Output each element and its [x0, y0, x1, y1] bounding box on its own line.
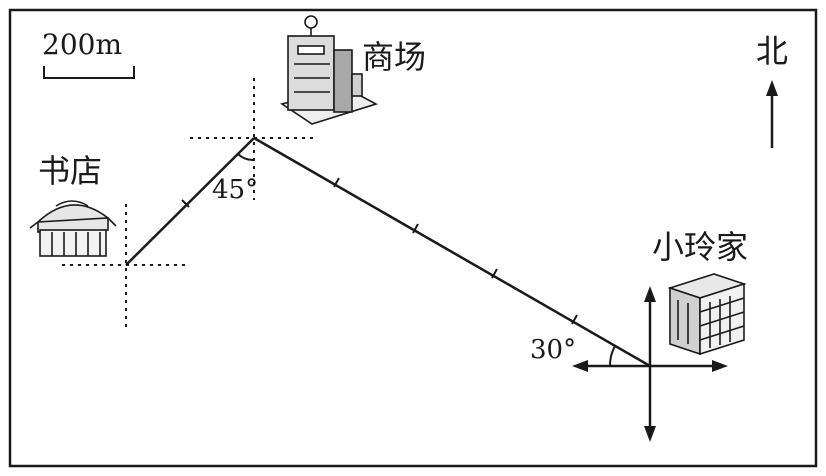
- map-diagram: 200m 北 45° 30° 书店 商场 小玲家: [0, 0, 826, 476]
- home-label: 小玲家: [652, 228, 748, 266]
- scale-bar: 200m: [42, 28, 135, 79]
- route: [125, 136, 651, 368]
- home-icon: [667, 273, 747, 356]
- angle-arc-mall: [237, 153, 255, 161]
- bookstore-label: 书店: [38, 152, 102, 190]
- mall-label: 商场: [362, 38, 426, 76]
- diagram-canvas: 200m 北 45° 30° 书店 商场 小玲家: [8, 8, 818, 468]
- angle-label-mall: 45°: [212, 175, 258, 205]
- bookstore-icon: [29, 200, 117, 257]
- angle-arc-home: [608, 345, 616, 367]
- angle-label-home: 30°: [530, 335, 576, 365]
- north-label: 北: [756, 32, 788, 70]
- north-arrow: 北: [756, 32, 788, 148]
- scale-label: 200m: [42, 28, 122, 61]
- route-mall-home: [253, 136, 651, 368]
